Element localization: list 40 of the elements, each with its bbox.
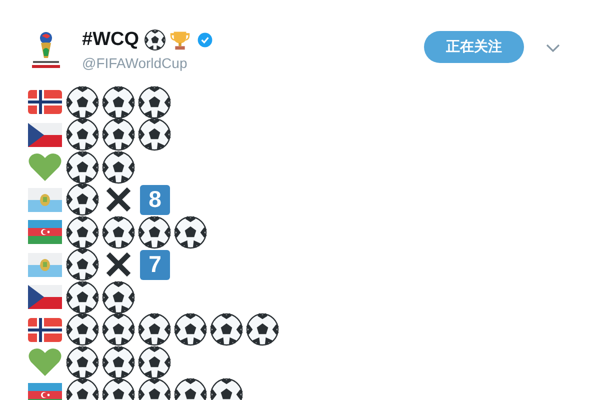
soccer-ball-icon [174,313,207,346]
soccer-ball-icon [66,150,99,184]
soccer-ball-icon [138,86,171,119]
norway-flag-icon [28,318,62,342]
czech-flag-icon [28,122,62,147]
account-name[interactable]: #WCQ [82,29,139,51]
soccer-ball-icon [66,118,99,152]
czech-flag-icon [28,285,62,310]
soccer-ball-icon [102,150,135,184]
soccer-ball-icon [102,86,135,119]
heart-icon [28,152,62,182]
soccer-ball-icon [66,86,99,119]
heart-icon [28,347,62,378]
soccer-ball-icon [138,216,171,249]
san-marino-flag-icon [28,188,62,212]
soccer-ball-icon [66,248,99,282]
chevron-down-icon[interactable] [546,44,560,52]
soccer-ball-icon [138,118,171,152]
trophy-logo-icon[interactable] [29,30,63,70]
account-handle[interactable]: @FIFAWorldCup [82,55,424,71]
soccer-ball-icon [210,313,243,346]
soccer-ball-icon [66,183,99,216]
soccer-ball-icon [102,118,135,152]
number-keycap: 8 [140,184,170,215]
soccer-ball-icon [66,280,99,314]
soccer-ball-icon [138,313,171,346]
soccer-ball-icon [174,216,207,249]
azerbaijan-flag-icon [28,220,62,244]
soccer-ball-icon [144,29,166,51]
soccer-ball-icon [102,280,135,314]
san-marino-flag-icon [28,252,62,277]
soccer-ball-icon [66,216,99,249]
following-button[interactable]: 正在关注 [424,31,524,63]
soccer-ball-icon [66,313,99,346]
soccer-ball-icon [246,313,279,346]
soccer-ball-icon [102,313,135,346]
norway-flag-icon [28,90,62,114]
trophy-icon [169,29,191,51]
number-keycap: 7 [140,250,170,280]
soccer-ball-icon [102,216,135,249]
